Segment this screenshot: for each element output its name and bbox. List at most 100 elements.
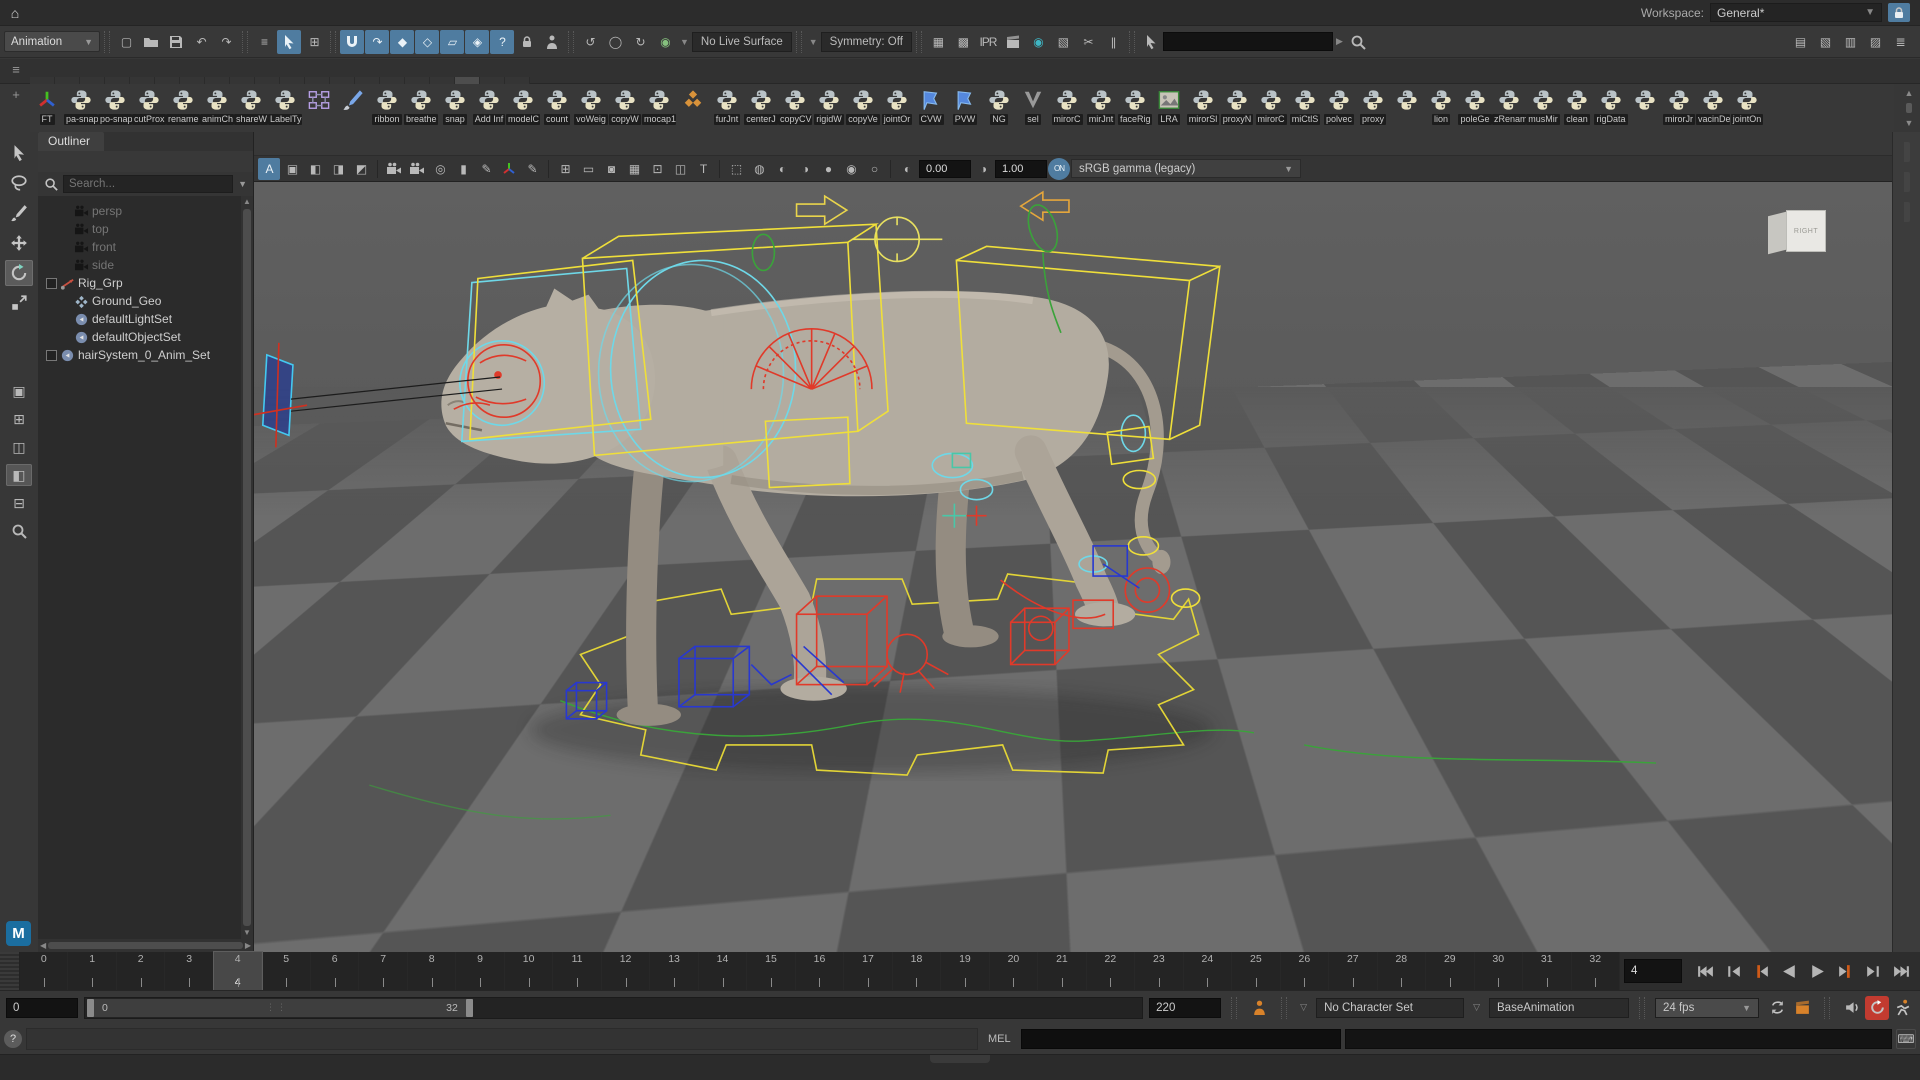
shadows-icon[interactable]: ◑ xyxy=(794,158,816,180)
chevron-down-icon[interactable]: ▼ xyxy=(238,179,247,189)
scroll-down-icon[interactable]: ▼ xyxy=(1905,118,1914,128)
sidebar-tab[interactable] xyxy=(1904,172,1910,192)
timeline-frame[interactable]: 6 xyxy=(311,952,359,990)
select-camera-icon[interactable] xyxy=(383,158,405,180)
shelf-gear-icon[interactable]: + xyxy=(12,87,20,102)
snap-curve-icon[interactable]: ↷ xyxy=(365,30,389,54)
record-icon[interactable] xyxy=(1865,996,1889,1020)
zoom-tool-button[interactable] xyxy=(6,520,32,542)
shelf-tab[interactable] xyxy=(205,77,230,84)
construction-history-icon[interactable]: ↺ xyxy=(578,30,602,54)
group-handle[interactable] xyxy=(916,31,922,53)
shelf-item[interactable]: polvec xyxy=(1322,86,1356,125)
shelf-tab[interactable] xyxy=(305,77,330,84)
cluster-shelf-icon[interactable] xyxy=(676,86,710,114)
outliner-item[interactable]: side xyxy=(42,256,239,274)
toggle-humanik-icon[interactable]: ▧ xyxy=(1813,30,1837,54)
select-component-icon[interactable]: ⊞ xyxy=(302,30,326,54)
shelf-item[interactable]: proxyN xyxy=(1220,86,1254,125)
timeline-frame[interactable]: 28 xyxy=(1378,952,1426,990)
quick-select-input[interactable] xyxy=(1163,32,1333,51)
chevron-down-icon[interactable]: ▼ xyxy=(809,37,818,47)
shelf-tab[interactable] xyxy=(405,77,430,84)
shelf-tab[interactable] xyxy=(80,77,105,84)
outliner-horizontal-scrollbar[interactable]: ◀▶ xyxy=(38,939,253,952)
step-back-frame-button[interactable] xyxy=(1748,958,1774,984)
exposure-icon[interactable]: ◐ xyxy=(896,158,918,180)
timeline-frame[interactable]: 17 xyxy=(844,952,892,990)
playback-loop-icon[interactable] xyxy=(1765,996,1789,1020)
wireframe-shaded-icon[interactable]: ◧ xyxy=(304,158,326,180)
script-editor-icon[interactable]: ⌨ xyxy=(1896,1029,1916,1049)
auto-key-icon[interactable] xyxy=(1890,996,1914,1020)
timeline-frame[interactable]: 14 xyxy=(699,952,747,990)
ambient-occlusion-icon[interactable]: ● xyxy=(817,158,839,180)
shelf-item[interactable]: mirorC xyxy=(1254,86,1288,125)
group-handle[interactable] xyxy=(1824,997,1830,1019)
colorspace-selector[interactable]: sRGB gamma (legacy)▼ xyxy=(1071,159,1301,178)
chevron-down-icon[interactable]: ▽ xyxy=(1473,1002,1480,1013)
shelf-item[interactable]: vacinDe xyxy=(1696,86,1730,125)
play-backwards-button[interactable] xyxy=(1776,958,1802,984)
select-object-icon[interactable] xyxy=(277,30,301,54)
outliner-item[interactable]: top xyxy=(42,220,239,238)
shelf-item[interactable]: shareW xyxy=(234,86,268,125)
viewport-scene[interactable]: RIGHT xyxy=(254,182,1892,952)
shelf-tab[interactable] xyxy=(430,77,455,84)
outliner-search-input[interactable] xyxy=(63,175,233,193)
gate-mask-icon[interactable]: ▦ xyxy=(623,158,645,180)
shelf-item[interactable]: zRenam xyxy=(1492,86,1526,125)
timeline-frame[interactable]: 10 xyxy=(505,952,553,990)
sidebar-tab[interactable] xyxy=(1904,142,1910,162)
select-tool[interactable] xyxy=(5,140,33,166)
outliner-item[interactable]: Ground_Geo xyxy=(42,292,239,310)
timeline-frame[interactable]: 8 xyxy=(408,952,456,990)
shelf-item[interactable]: centerJ xyxy=(744,86,778,125)
shelf-item[interactable]: modelC xyxy=(506,86,540,125)
shelf-item[interactable]: mirorC xyxy=(1050,86,1084,125)
shelf-tab[interactable] xyxy=(130,77,155,84)
shelf-item[interactable]: sel xyxy=(1016,86,1050,125)
timeline-frame[interactable]: 19 xyxy=(941,952,989,990)
shelf-item[interactable]: miCtlS xyxy=(1288,86,1322,125)
shelf-item[interactable]: mirJnt xyxy=(1084,86,1118,125)
group-handle[interactable] xyxy=(104,31,110,53)
safe-title-icon[interactable]: T xyxy=(692,158,714,180)
shelf-tab[interactable] xyxy=(105,77,130,84)
snap-grid-icon[interactable] xyxy=(340,30,364,54)
shelf-item[interactable]: voWeig xyxy=(574,86,608,125)
shelf-item[interactable]: copyW xyxy=(608,86,642,125)
shelf-item[interactable]: jointOr xyxy=(880,86,914,125)
outliner-tab[interactable]: Outliner xyxy=(38,132,253,151)
workspace-lock-icon[interactable] xyxy=(1888,3,1910,22)
menu-set-selector[interactable]: Animation▼ xyxy=(4,31,100,52)
shelf-item[interactable] xyxy=(1390,86,1424,114)
shelf-tab[interactable] xyxy=(55,77,80,84)
two-pane-layout-button[interactable]: ◫ xyxy=(6,436,32,458)
axis-icon[interactable] xyxy=(498,158,520,180)
exposure-field[interactable]: 0.00 xyxy=(919,160,971,178)
outliner-item[interactable]: Rig_Grp xyxy=(42,274,239,292)
grid-icon[interactable]: ⊞ xyxy=(554,158,576,180)
timeline-frame[interactable]: 24 xyxy=(1184,952,1232,990)
bookmark-icon[interactable]: ▮ xyxy=(452,158,474,180)
render-globe-icon[interactable]: ◉ xyxy=(1026,30,1050,54)
image-plane-icon[interactable]: ✎ xyxy=(475,158,497,180)
outliner-item[interactable]: hairSystem_0_Anim_Set xyxy=(42,346,239,364)
outliner-item[interactable]: defaultObjectSet xyxy=(42,328,239,346)
shelf-tab[interactable] xyxy=(380,77,405,84)
toggle-channel-box-icon[interactable]: ▥ xyxy=(1838,30,1862,54)
mute-audio-icon[interactable] xyxy=(1840,996,1864,1020)
chevron-right-icon[interactable]: ▶ xyxy=(1336,36,1343,47)
outliner-item[interactable]: defaultLightSet xyxy=(42,310,239,328)
shelf-item[interactable]: PVW xyxy=(948,86,982,125)
filter-icon[interactable] xyxy=(44,177,58,191)
character-set-icon[interactable] xyxy=(1247,996,1271,1020)
group-handle[interactable] xyxy=(1639,997,1645,1019)
field-chart-icon[interactable]: ⊡ xyxy=(646,158,668,180)
render-current-frame-icon[interactable]: ▩ xyxy=(951,30,975,54)
shelf-item[interactable]: lion xyxy=(1424,86,1458,125)
step-back-key-button[interactable] xyxy=(1720,958,1746,984)
open-scene-icon[interactable] xyxy=(139,30,163,54)
fps-selector[interactable]: 24 fps▼ xyxy=(1655,998,1759,1018)
